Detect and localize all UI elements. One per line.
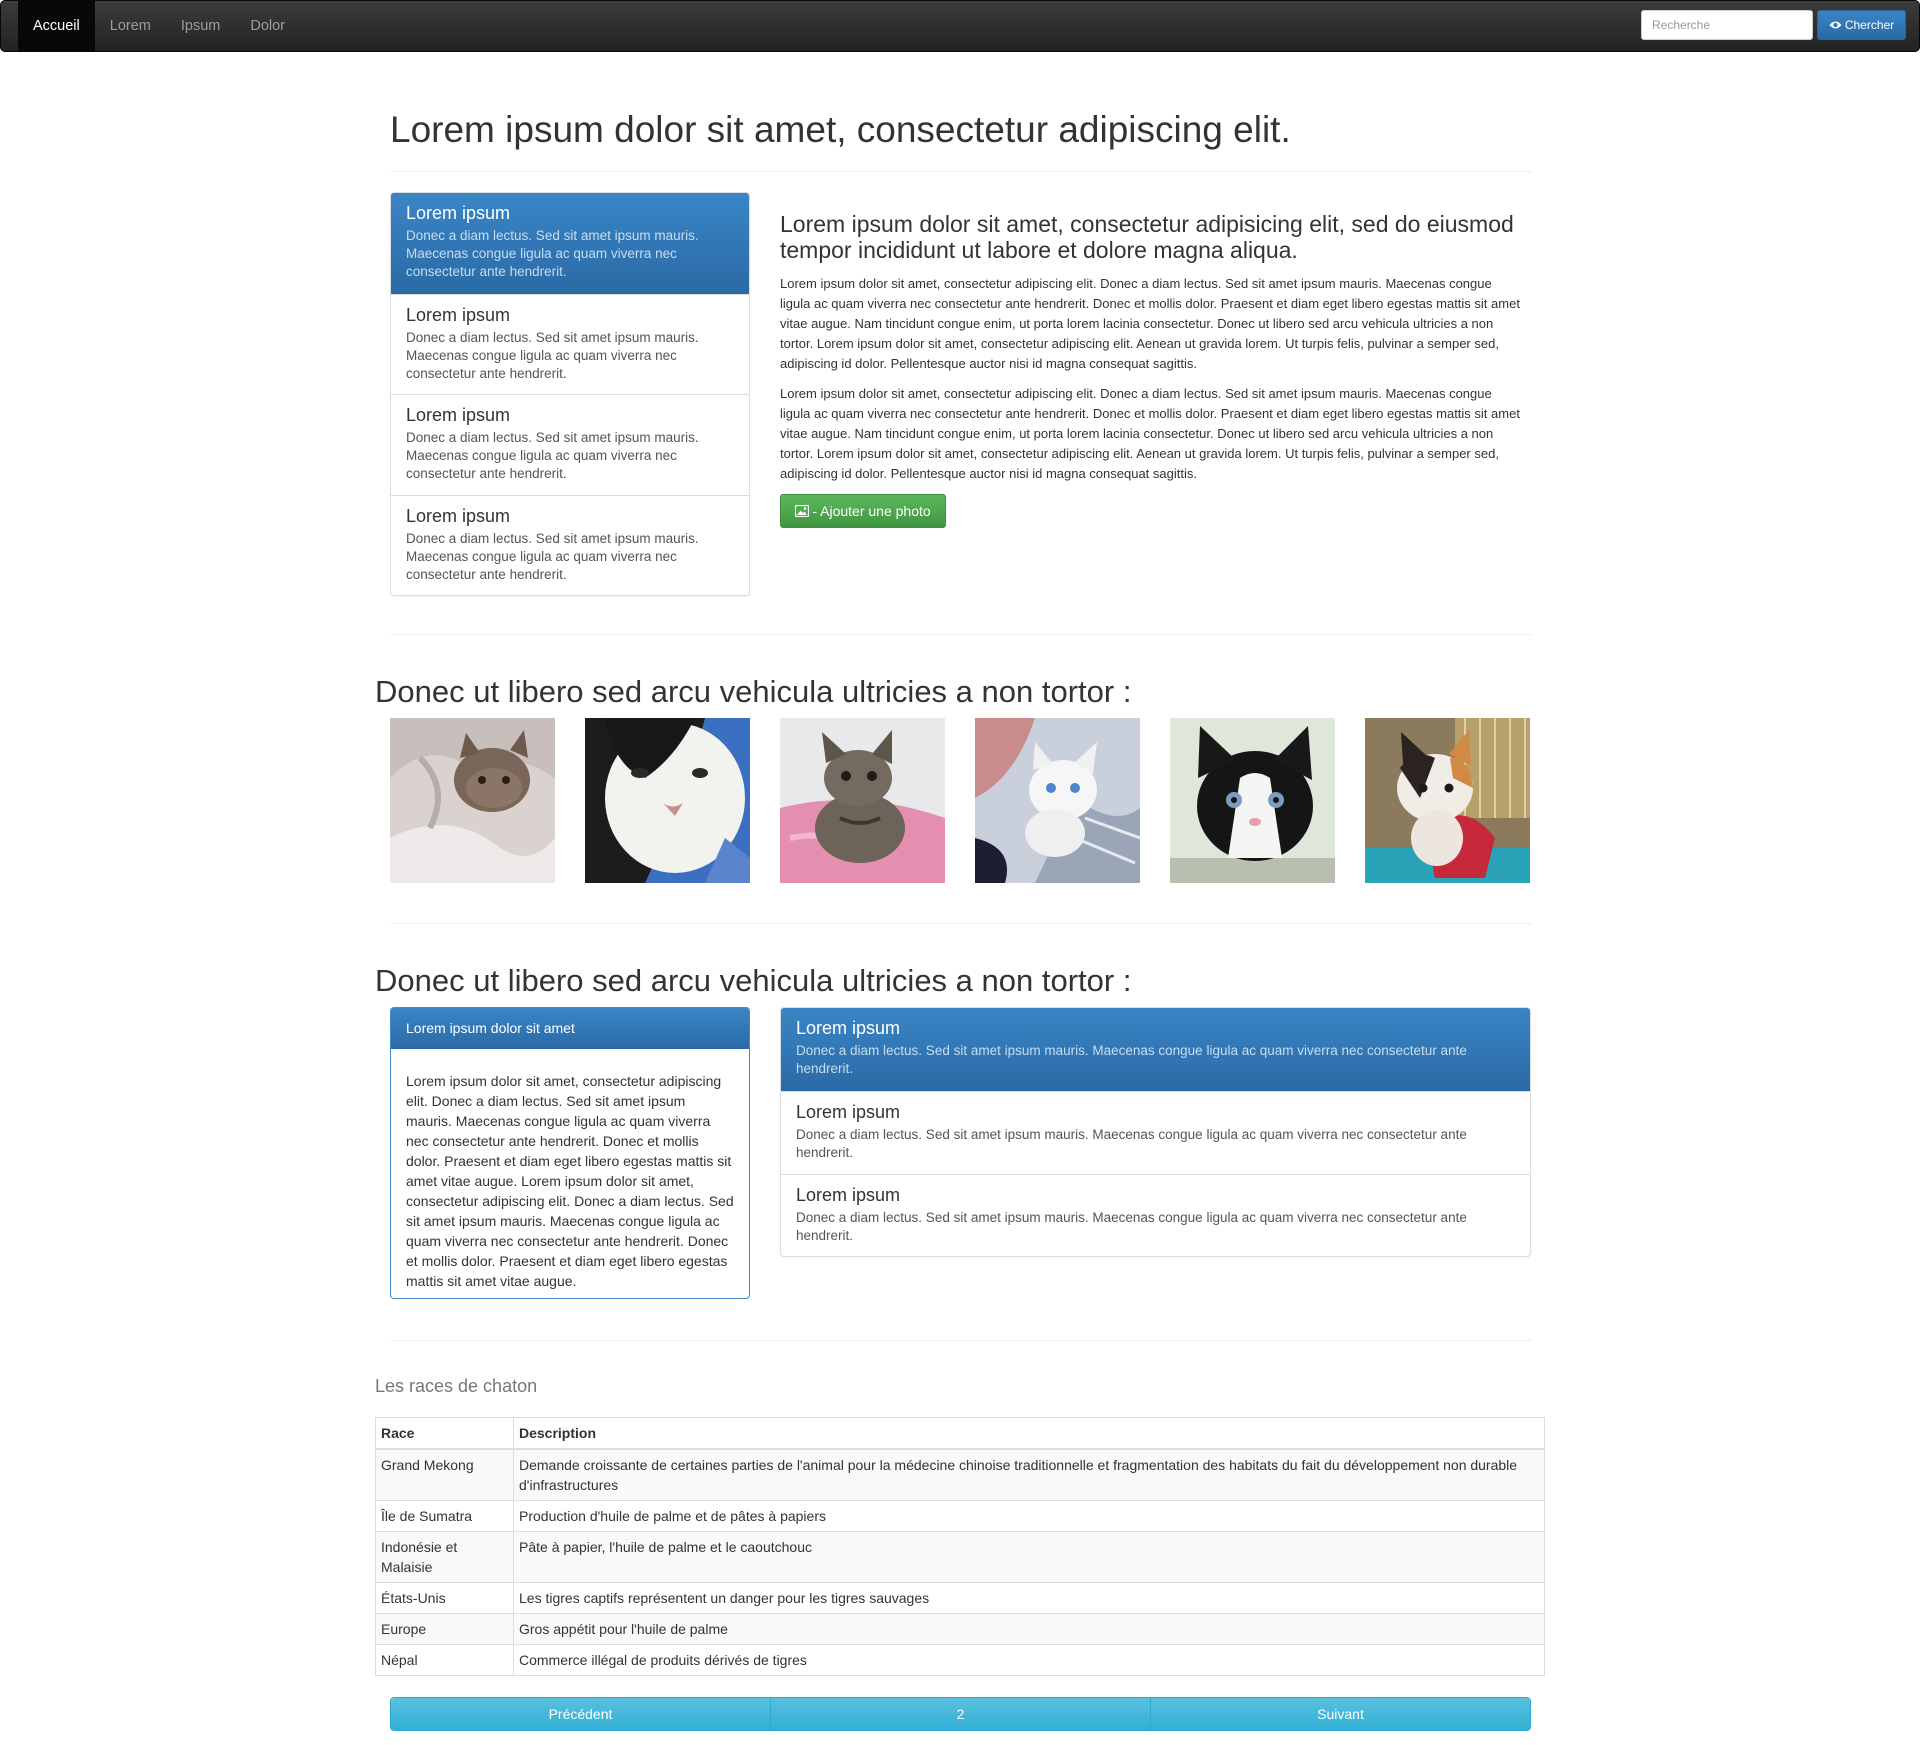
intro-paragraph-1: Lorem ipsum dolor sit amet, consectetur … — [780, 276, 1520, 371]
list-item-text: Donec a diam lectus. Sed sit amet ipsum … — [406, 330, 699, 381]
table-header-row: Race Description — [375, 1417, 1545, 1450]
divider — [390, 923, 1531, 924]
table-cell-race: Népal — [375, 1644, 514, 1676]
list-item-heading: Lorem ipsum — [406, 506, 511, 526]
list-item-heading: Lorem ipsum — [406, 203, 511, 223]
kitten-photo-5 — [1170, 718, 1335, 883]
intro-list-item-3[interactable]: Lorem ipsum Donec a diam lectus. Sed sit… — [391, 394, 749, 495]
picture-icon — [795, 505, 810, 517]
intro-list-item-1[interactable]: Lorem ipsum Donec a diam lectus. Sed sit… — [391, 193, 749, 294]
list-item-text: Donec a diam lectus. Sed sit amet ipsum … — [796, 1043, 1467, 1076]
list-item-heading: Lorem ipsum — [406, 405, 511, 425]
intro-list-item-4[interactable]: Lorem ipsum Donec a diam lectus. Sed sit… — [391, 495, 749, 595]
list-item-heading: Lorem ipsum — [796, 1185, 901, 1205]
table-cell-description: Production d'huile de palme et de pâtes … — [513, 1500, 1545, 1532]
page-title: Lorem ipsum dolor sit amet, consectetur … — [390, 109, 1291, 150]
intro-list-group: Lorem ipsum Donec a diam lectus. Sed sit… — [390, 192, 750, 596]
list-item-text: Donec a diam lectus. Sed sit amet ipsum … — [406, 228, 699, 279]
gallery-title: Donec ut libero sed arcu vehicula ultric… — [375, 674, 1132, 709]
search-input[interactable] — [1641, 10, 1813, 40]
intro-list-item-2[interactable]: Lorem ipsum Donec a diam lectus. Sed sit… — [391, 294, 749, 394]
kitten-photo-3 — [780, 718, 945, 883]
add-photo-button[interactable]: - Ajouter une photo — [780, 494, 946, 528]
table-cell-race: Europe — [375, 1613, 514, 1645]
table-cell-race: États-Unis — [375, 1582, 514, 1614]
table-row: Népal Commerce illégal de produits dériv… — [375, 1644, 1545, 1676]
nav-item-ipsum[interactable]: Ipsum — [166, 1, 236, 51]
kitten-photo-2 — [585, 718, 750, 883]
column-header-race: Race — [375, 1417, 514, 1450]
panel-body: Lorem ipsum dolor sit amet, consectetur … — [406, 1073, 734, 1289]
list-item-text: Donec a diam lectus. Sed sit amet ipsum … — [796, 1127, 1467, 1160]
table-caption: Les races de chaton — [375, 1376, 538, 1396]
list-item-heading: Lorem ipsum — [796, 1018, 901, 1038]
table-cell-description: Demande croissante de certaines parties … — [513, 1448, 1545, 1501]
info-panel: Lorem ipsum dolor sit amet Lorem ipsum d… — [390, 1007, 750, 1299]
list-item-text: Donec a diam lectus. Sed sit amet ipsum … — [406, 430, 699, 481]
nav-item-dolor[interactable]: Dolor — [235, 1, 300, 51]
kitten-photo-6 — [1365, 718, 1530, 883]
table-cell-race: Indonésie et Malaisie — [375, 1531, 514, 1583]
column-header-description: Description — [513, 1417, 1545, 1450]
pager: Précédent 2 Suivant — [390, 1697, 1531, 1731]
intro-paragraph-2: Lorem ipsum dolor sit amet, consectetur … — [780, 386, 1520, 481]
divider — [390, 1340, 1531, 1341]
kitten-photo-1 — [390, 718, 555, 883]
add-photo-button-label: - Ajouter une photo — [812, 503, 931, 519]
table-row: Grand Mekong Demande croissante de certa… — [375, 1448, 1545, 1501]
breeds-table: Race Description Grand Mekong Demande cr… — [375, 1417, 1545, 1676]
previous-page-button[interactable]: Précédent — [391, 1698, 770, 1730]
search-button-label: Chercher — [1844, 18, 1895, 32]
next-page-button[interactable]: Suivant — [1150, 1698, 1530, 1730]
divider — [390, 171, 1531, 172]
table-cell-race: Grand Mekong — [375, 1448, 514, 1501]
panel-heading: Lorem ipsum dolor sit amet — [391, 1008, 749, 1049]
search-button[interactable]: Chercher — [1817, 10, 1906, 40]
table-row: États-Unis Les tigres captifs représente… — [375, 1582, 1545, 1614]
main-nav: Accueil Lorem Ipsum Dolor — [18, 1, 300, 51]
nav-item-lorem[interactable]: Lorem — [95, 1, 166, 51]
list-item-heading: Lorem ipsum — [406, 305, 511, 325]
details-list-item-3[interactable]: Lorem ipsum Donec a diam lectus. Sed sit… — [781, 1174, 1530, 1256]
kitten-photo-4 — [975, 718, 1140, 883]
list-item-text: Donec a diam lectus. Sed sit amet ipsum … — [796, 1210, 1467, 1243]
current-page-button[interactable]: 2 — [770, 1698, 1150, 1730]
table-cell-description: Gros appétit pour l'huile de palme — [513, 1613, 1545, 1645]
details-list-item-1[interactable]: Lorem ipsum Donec a diam lectus. Sed sit… — [781, 1008, 1530, 1091]
table-row: Indonésie et Malaisie Pâte à papier, l'h… — [375, 1531, 1545, 1583]
table-cell-description: Commerce illégal de produits dérivés de … — [513, 1644, 1545, 1676]
details-list-group: Lorem ipsum Donec a diam lectus. Sed sit… — [780, 1007, 1531, 1257]
intro-lead-heading: Lorem ipsum dolor sit amet, consectetur … — [780, 211, 1514, 263]
details-list-item-2[interactable]: Lorem ipsum Donec a diam lectus. Sed sit… — [781, 1091, 1530, 1174]
nav-item-accueil[interactable]: Accueil — [18, 1, 95, 51]
table-cell-description: Les tigres captifs représentent un dange… — [513, 1582, 1545, 1614]
table-row: Île de Sumatra Production d'huile de pal… — [375, 1500, 1545, 1532]
list-item-heading: Lorem ipsum — [796, 1102, 901, 1122]
table-cell-description: Pâte à papier, l'huile de palme et le ca… — [513, 1531, 1545, 1583]
details-title: Donec ut libero sed arcu vehicula ultric… — [375, 963, 1132, 998]
table-cell-race: Île de Sumatra — [375, 1500, 514, 1532]
list-item-text: Donec a diam lectus. Sed sit amet ipsum … — [406, 531, 699, 582]
eye-icon — [1829, 21, 1842, 29]
divider — [390, 634, 1531, 635]
top-navbar: Accueil Lorem Ipsum Dolor Chercher — [0, 0, 1920, 52]
table-row: Europe Gros appétit pour l'huile de palm… — [375, 1613, 1545, 1645]
